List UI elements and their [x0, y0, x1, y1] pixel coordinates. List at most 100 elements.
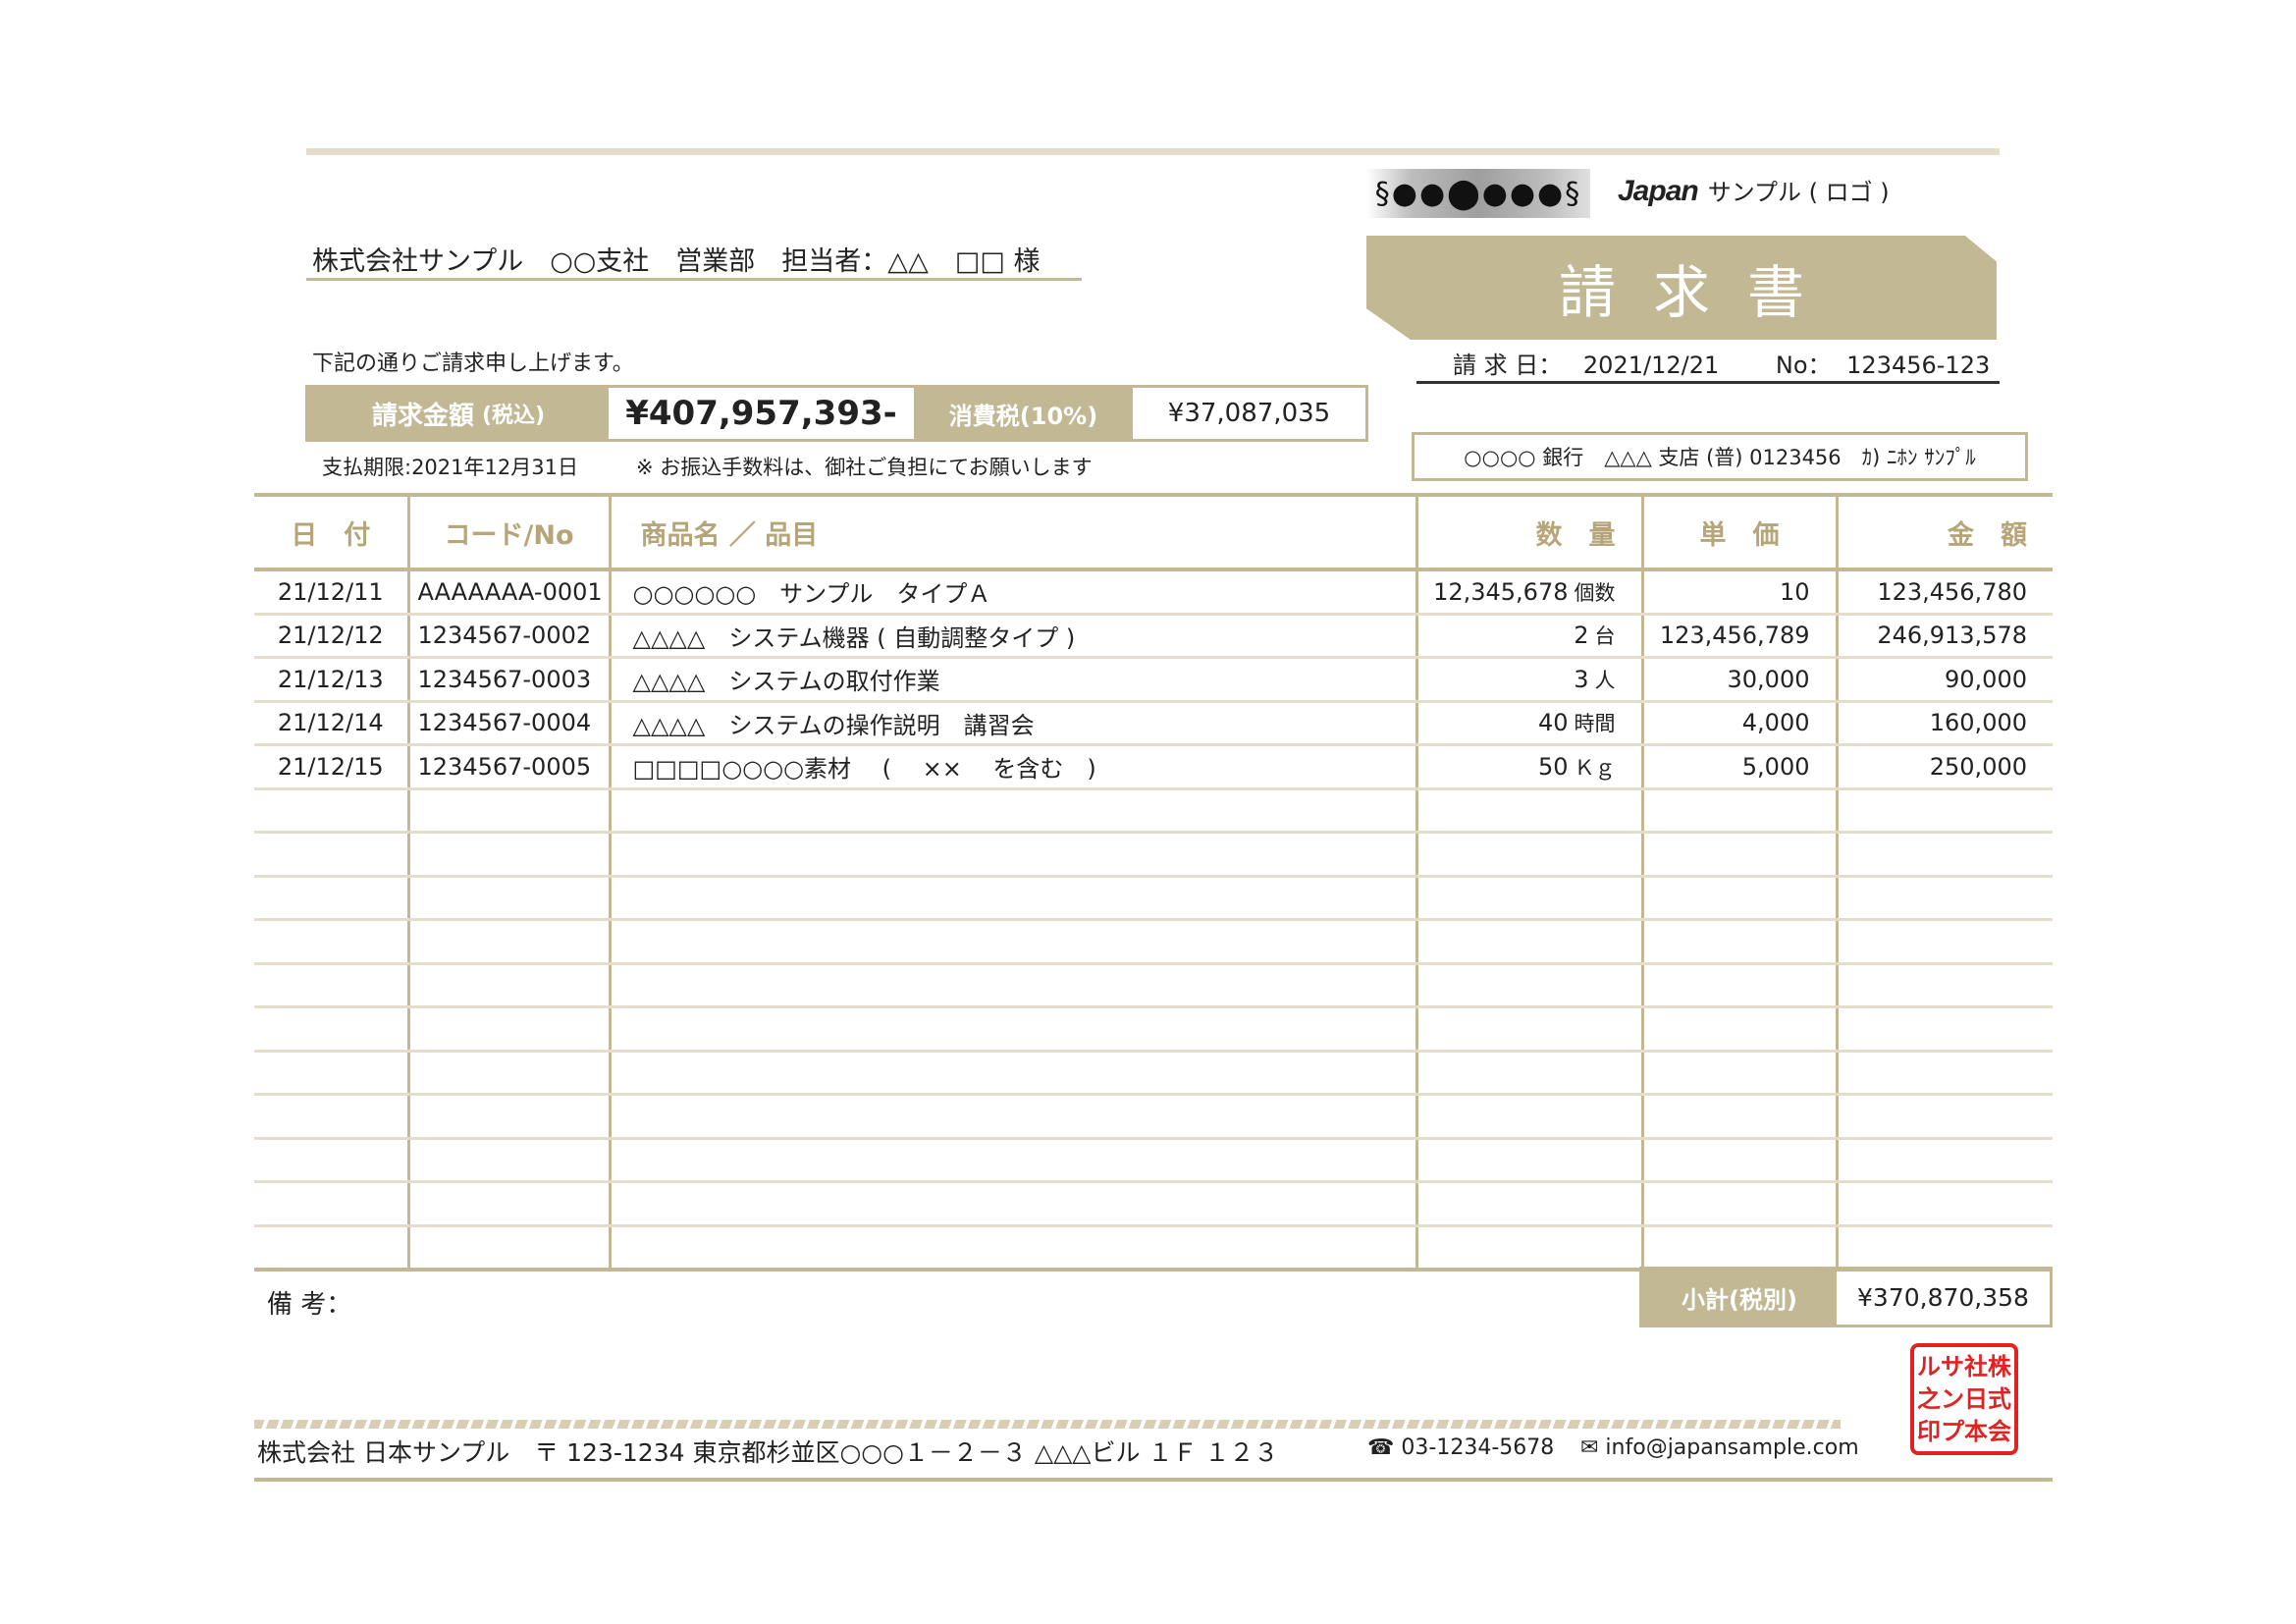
- table-row: 21/12/12 1234567-0002 △△△△ システム機器 ( 自動調整タイ…: [254, 614, 2053, 659]
- cell-price: 10: [1640, 569, 1837, 616]
- seal-character: 株: [1988, 1352, 2011, 1380]
- empty-cell: [1415, 1181, 1642, 1227]
- empty-cell: [608, 876, 1416, 921]
- empty-cell: [254, 788, 408, 834]
- empty-cell: [1835, 1051, 2053, 1096]
- cell-item: △△△△ システムの取付作業: [608, 657, 1416, 703]
- header-code: コード/No: [406, 493, 610, 571]
- empty-cell: [254, 919, 408, 965]
- customer-name: 株式会社サンプル ○○支社 営業部 担当者：△△ □□ 様: [312, 246, 1041, 277]
- empty-table-row: [254, 963, 2053, 1008]
- document-title: 請求書: [1558, 259, 1842, 326]
- header-item: 商品名 ／ 品目: [608, 493, 1416, 571]
- subtotal-box: 小計(税別) ¥370,870,358: [1639, 1267, 2053, 1327]
- empty-cell: [254, 1225, 408, 1272]
- customer-underline: [306, 278, 1082, 281]
- empty-cell: [1835, 919, 2053, 965]
- empty-cell: [608, 788, 1416, 834]
- empty-cell: [608, 1006, 1416, 1053]
- cell-code: 1234567-0004: [406, 701, 610, 746]
- seal-character: ン: [1941, 1384, 1964, 1413]
- empty-cell: [254, 1181, 408, 1227]
- empty-cell: [1415, 1006, 1642, 1053]
- empty-table-row: [254, 876, 2053, 921]
- date-label: 請 求 日：: [1453, 352, 1563, 379]
- empty-cell: [1640, 1006, 1837, 1053]
- empty-cell: [254, 1094, 408, 1140]
- title-banner: 請求書: [1366, 236, 1997, 340]
- cell-qty: 50 Ｋｇ: [1415, 744, 1642, 790]
- cell-item: □□□□○○○○素材 ( ×× を含む ): [608, 744, 1416, 790]
- cell-item: △△△△ システム機器 ( 自動調整タイプ ): [608, 614, 1416, 659]
- empty-cell: [1415, 1225, 1642, 1272]
- qty-value: 3: [1574, 665, 1589, 693]
- amount-label-note: (税込): [481, 404, 546, 428]
- header-qty: 数 量: [1415, 493, 1642, 571]
- no-label: No：: [1775, 352, 1832, 379]
- empty-cell: [1640, 1225, 1837, 1272]
- empty-cell: [254, 832, 408, 878]
- empty-cell: [254, 1006, 408, 1053]
- subtotal-value: ¥370,870,358: [1857, 1282, 2029, 1312]
- empty-table-row: [254, 1051, 2053, 1096]
- empty-cell: [1835, 1138, 2053, 1183]
- empty-cell: [1640, 1051, 1837, 1096]
- empty-cell: [1640, 788, 1837, 834]
- cell-qty: 12,345,678 個数: [1415, 569, 1642, 616]
- empty-cell: [254, 1051, 408, 1096]
- empty-cell: [1415, 1138, 1642, 1183]
- footer-mail: ✉ info@japansample.com: [1580, 1435, 1859, 1460]
- cell-code: AAAAAAA-0001: [406, 569, 610, 616]
- empty-table-row: [254, 919, 2053, 965]
- empty-cell: [608, 832, 1416, 878]
- invoice-meta: 請 求 日： 2021/12/21 No： 123456-123: [1453, 346, 1990, 380]
- empty-cell: [608, 1225, 1416, 1272]
- cell-price: 123,456,789: [1640, 614, 1837, 659]
- empty-cell: [1415, 1051, 1642, 1096]
- header-date: 日 付: [254, 493, 408, 571]
- seal-character: 社: [1964, 1352, 1988, 1380]
- logo-mark: §●●⬤●●●§: [1366, 169, 1590, 218]
- empty-cell: [1415, 919, 1642, 965]
- qty-unit: 人: [1594, 668, 1616, 692]
- invoice-date: 2021/12/21: [1582, 352, 1720, 379]
- intro-text: 下記の通りご請求申し上げます。: [312, 352, 634, 376]
- cell-amount: 123,456,780: [1835, 569, 2053, 616]
- empty-cell: [406, 963, 610, 1008]
- empty-cell: [406, 876, 610, 921]
- empty-table-row: [254, 1094, 2053, 1140]
- seal-character: 本: [1964, 1418, 1988, 1446]
- seal-character: 印: [1917, 1418, 1941, 1446]
- empty-cell: [254, 876, 408, 921]
- qty-value: 12,345,678: [1433, 577, 1569, 606]
- tax-label: 消費税(10%): [914, 388, 1133, 439]
- cell-amount: 90,000: [1835, 657, 2053, 703]
- footer-dashed-rule: [254, 1420, 1841, 1429]
- qty-unit: Ｋｇ: [1574, 755, 1616, 780]
- empty-cell: [608, 1094, 1416, 1140]
- empty-cell: [406, 1181, 610, 1227]
- cell-date: 21/12/13: [254, 657, 408, 703]
- empty-cell: [608, 919, 1416, 965]
- empty-table-row: [254, 1181, 2053, 1227]
- qty-value: 40: [1537, 709, 1569, 737]
- cell-price: 30,000: [1640, 657, 1837, 703]
- company-seal-stamp: 株式会 社日本 サンプ ル之印: [1910, 1343, 2018, 1455]
- empty-cell: [254, 963, 408, 1008]
- empty-cell: [406, 1094, 610, 1140]
- empty-table-row: [254, 788, 2053, 834]
- header-amount: 金 額: [1835, 493, 2053, 571]
- seal-character: サ: [1941, 1352, 1964, 1380]
- cell-price: 5,000: [1640, 744, 1837, 790]
- empty-cell: [1835, 1181, 2053, 1227]
- empty-table-row: [254, 1006, 2053, 1053]
- empty-cell: [406, 832, 610, 878]
- amount-label-text: 請求金額: [371, 401, 474, 431]
- empty-cell: [1415, 832, 1642, 878]
- qty-value: 50: [1537, 752, 1569, 781]
- empty-cell: [406, 1225, 610, 1272]
- qty-unit: 時間: [1574, 712, 1616, 736]
- cell-amount: 160,000: [1835, 701, 2053, 746]
- seal-character: 会: [1988, 1418, 2011, 1446]
- empty-cell: [406, 1006, 610, 1053]
